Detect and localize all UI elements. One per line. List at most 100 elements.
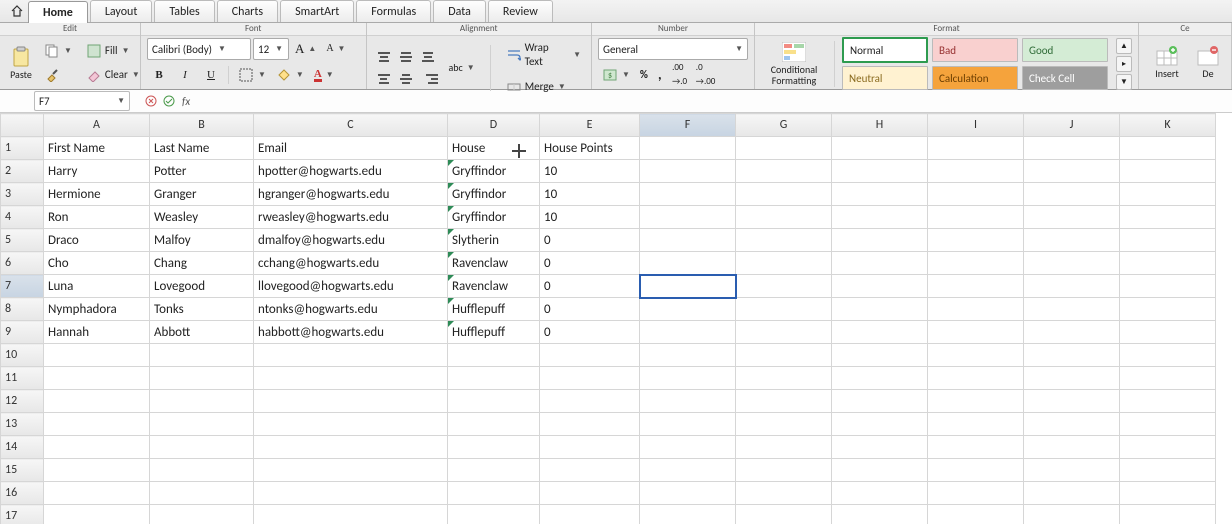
row-header-10[interactable]: 10 <box>1 344 44 367</box>
cell-H17[interactable] <box>832 505 928 524</box>
cell-A4[interactable]: Ron <box>44 206 150 229</box>
cell-C17[interactable] <box>254 505 448 524</box>
row-header-9[interactable]: 9 <box>1 321 44 344</box>
decrease-decimal-button[interactable]: .0→.00 <box>694 64 718 86</box>
delete-button[interactable]: De <box>1193 37 1223 89</box>
tab-data[interactable]: Data <box>433 0 486 22</box>
cell-E11[interactable] <box>540 367 640 390</box>
row-header-14[interactable]: 14 <box>1 436 44 459</box>
cell-D9[interactable]: Hufflepuff <box>448 321 540 344</box>
cell-I7[interactable] <box>928 275 1024 298</box>
cell-G9[interactable] <box>736 321 832 344</box>
cell-F17[interactable] <box>640 505 736 524</box>
cell-H9[interactable] <box>832 321 928 344</box>
cell-H1[interactable] <box>832 137 928 160</box>
font-color-button[interactable]: A▼ <box>310 65 338 85</box>
cell-I1[interactable] <box>928 137 1024 160</box>
col-header-A[interactable]: A <box>44 114 150 137</box>
cell-J7[interactable] <box>1024 275 1120 298</box>
cell-I4[interactable] <box>928 206 1024 229</box>
cell-A10[interactable] <box>44 344 150 367</box>
cell-E5[interactable]: 0 <box>540 229 640 252</box>
cell-C5[interactable]: dmalfoy@hogwarts.edu <box>254 229 448 252</box>
cell-J17[interactable] <box>1024 505 1120 524</box>
col-header-D[interactable]: D <box>448 114 540 137</box>
cell-G12[interactable] <box>736 390 832 413</box>
cell-J11[interactable] <box>1024 367 1120 390</box>
cell-H13[interactable] <box>832 413 928 436</box>
tab-charts[interactable]: Charts <box>217 0 278 22</box>
cell-K3[interactable] <box>1120 183 1216 206</box>
cell-E17[interactable] <box>540 505 640 524</box>
cell-B10[interactable] <box>150 344 254 367</box>
number-format-combo[interactable]: General▼ <box>598 38 748 60</box>
cell-G10[interactable] <box>736 344 832 367</box>
cell-I8[interactable] <box>928 298 1024 321</box>
cell-G3[interactable] <box>736 183 832 206</box>
cell-E14[interactable] <box>540 436 640 459</box>
cell-F3[interactable] <box>640 183 736 206</box>
gallery-down-button[interactable]: ▼ <box>1116 74 1132 90</box>
row-header-17[interactable]: 17 <box>1 505 44 524</box>
row-header-7[interactable]: 7 <box>1 275 44 298</box>
cell-B16[interactable] <box>150 482 254 505</box>
cell-F1[interactable] <box>640 137 736 160</box>
col-header-H[interactable]: H <box>832 114 928 137</box>
cell-C13[interactable] <box>254 413 448 436</box>
cell-G16[interactable] <box>736 482 832 505</box>
cell-C8[interactable]: ntonks@hogwarts.edu <box>254 298 448 321</box>
cell-C15[interactable] <box>254 459 448 482</box>
insert-button[interactable]: Insert <box>1147 37 1187 89</box>
cell-B14[interactable] <box>150 436 254 459</box>
cell-D5[interactable]: Slytherin <box>448 229 540 252</box>
cell-E1[interactable]: House Points <box>540 137 640 160</box>
cell-I6[interactable] <box>928 252 1024 275</box>
tab-home[interactable]: Home <box>28 1 88 23</box>
cell-E4[interactable]: 10 <box>540 206 640 229</box>
orientation-button[interactable]: abc▼ <box>445 58 479 78</box>
col-header-C[interactable]: C <box>254 114 448 137</box>
cancel-formula-button[interactable] <box>142 92 160 110</box>
row-header-16[interactable]: 16 <box>1 482 44 505</box>
cell-C16[interactable] <box>254 482 448 505</box>
cell-B11[interactable] <box>150 367 254 390</box>
conditional-formatting-button[interactable]: ConditionalFormatting <box>761 38 827 90</box>
cell-A14[interactable] <box>44 436 150 459</box>
cell-I13[interactable] <box>928 413 1024 436</box>
style-normal[interactable]: Normal <box>842 37 928 63</box>
col-header-G[interactable]: G <box>736 114 832 137</box>
style-good[interactable]: Good <box>1022 38 1108 62</box>
cell-I9[interactable] <box>928 321 1024 344</box>
cell-F14[interactable] <box>640 436 736 459</box>
cell-K11[interactable] <box>1120 367 1216 390</box>
style-check-cell[interactable]: Check Cell <box>1022 66 1108 90</box>
cell-K6[interactable] <box>1120 252 1216 275</box>
formula-input[interactable] <box>194 92 1232 110</box>
style-bad[interactable]: Bad <box>932 38 1018 62</box>
cell-I15[interactable] <box>928 459 1024 482</box>
tab-smartart[interactable]: SmartArt <box>280 0 354 22</box>
accept-formula-button[interactable] <box>160 92 178 110</box>
cell-E7[interactable]: 0 <box>540 275 640 298</box>
name-box[interactable]: F7▼ <box>34 91 130 111</box>
cell-K10[interactable] <box>1120 344 1216 367</box>
tab-formulas[interactable]: Formulas <box>356 0 431 22</box>
cell-F2[interactable] <box>640 160 736 183</box>
copy-button[interactable]: ▼ <box>40 40 76 62</box>
row-header-2[interactable]: 2 <box>1 160 44 183</box>
underline-button[interactable]: U <box>199 65 223 85</box>
cell-C12[interactable] <box>254 390 448 413</box>
cell-H16[interactable] <box>832 482 928 505</box>
cell-B2[interactable]: Potter <box>150 160 254 183</box>
cell-K12[interactable] <box>1120 390 1216 413</box>
fill-color-button[interactable]: ▼ <box>272 64 308 86</box>
row-header-12[interactable]: 12 <box>1 390 44 413</box>
cell-H7[interactable] <box>832 275 928 298</box>
select-all-corner[interactable] <box>1 114 44 137</box>
cell-A9[interactable]: Hannah <box>44 321 150 344</box>
cell-D17[interactable] <box>448 505 540 524</box>
cell-F13[interactable] <box>640 413 736 436</box>
cell-G14[interactable] <box>736 436 832 459</box>
cell-D7[interactable]: Ravenclaw <box>448 275 540 298</box>
col-header-I[interactable]: I <box>928 114 1024 137</box>
